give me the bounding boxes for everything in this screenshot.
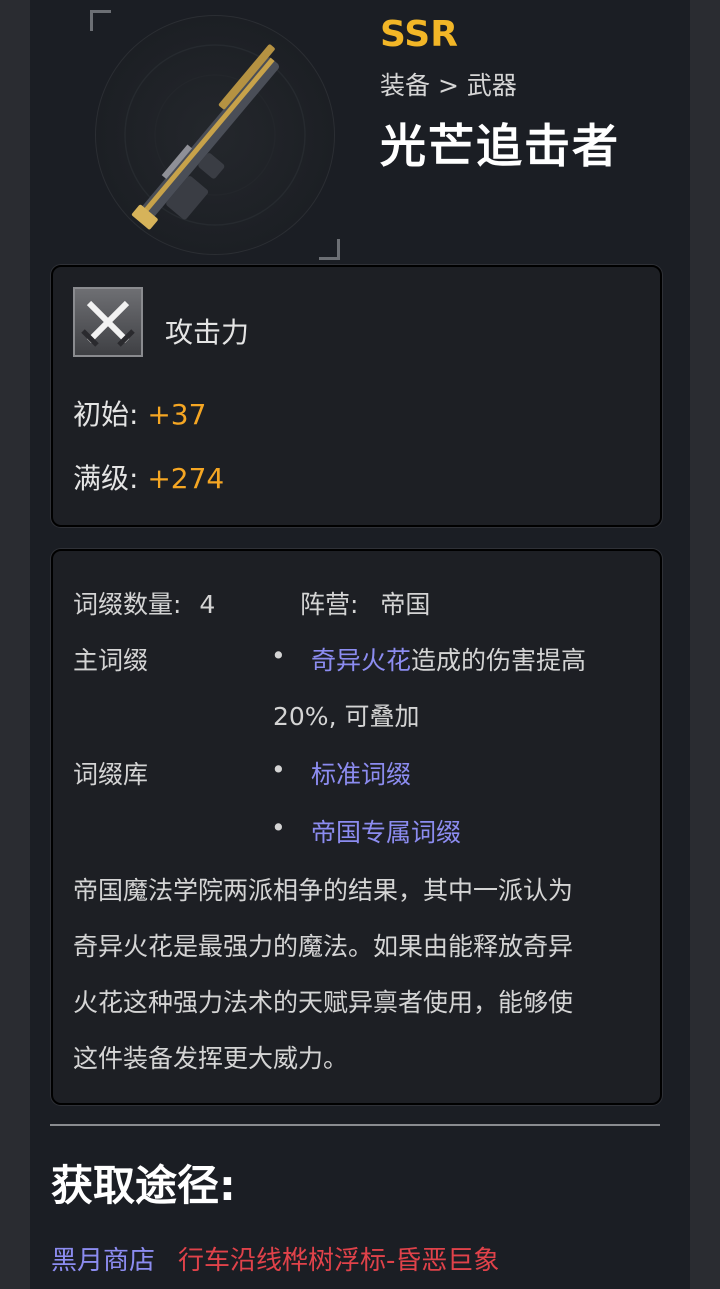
affix-count-value: 4 (199, 590, 216, 619)
affix-pool-item-empire[interactable]: 帝国专属词缀 (311, 813, 461, 849)
bullet-icon: • (271, 755, 286, 784)
item-image (90, 10, 340, 260)
affix-pool-label: 词缀库 (73, 760, 149, 789)
bullet-icon: • (271, 641, 286, 670)
initial-label: 初始: (73, 398, 139, 431)
left-margin (0, 0, 30, 1289)
affix-pool-item-standard[interactable]: 标准词缀 (311, 755, 411, 791)
faction-value: 帝国 (380, 590, 431, 619)
weapon-rifle-icon (124, 44, 306, 230)
rarity-badge: SSR (380, 14, 458, 55)
max-label: 满级: (73, 462, 139, 495)
max-stat-row: 满级: +274 (73, 457, 224, 497)
initial-value: +37 (147, 398, 207, 431)
bullet-icon: • (271, 813, 286, 842)
faction: 阵营: 帝国 (300, 585, 430, 621)
faction-label: 阵营: (300, 590, 359, 619)
description-line: 帝国魔法学院两派相争的结果，其中一派认为 (73, 876, 574, 905)
main-affix-link[interactable]: 奇异火花 (311, 646, 411, 675)
section-divider (50, 1124, 660, 1126)
breadcrumb: 装备 > 武器 (380, 71, 517, 100)
affix-count-label: 词缀数量: (73, 590, 182, 619)
initial-stat-row: 初始: +37 (73, 393, 206, 433)
main-affix-text-2: 20%, 可叠加 (273, 702, 420, 731)
main-affix-label: 主词缀 (73, 646, 149, 675)
source-place-link[interactable]: 行车沿线桦树浮标-昏恶巨象 (178, 1240, 499, 1277)
item-description: 帝国魔法学院两派相争的结果，其中一派认为 奇异火花是最强力的魔法。如果由能释放奇… (73, 863, 643, 1087)
max-value: +274 (147, 462, 225, 495)
source-shop-link[interactable]: 黑月商店 (51, 1240, 155, 1277)
main-affix-effect: 造成的伤害提高 (411, 646, 587, 675)
description-line: 奇异火花是最强力的魔法。如果由能释放奇异 (73, 932, 574, 961)
description-line: 火花这种强力法术的天赋异禀者使用，能够使 (73, 988, 574, 1017)
obtain-title: 获取途径: (51, 1161, 236, 1210)
stat-label: 攻击力 (165, 316, 250, 349)
crossed-swords-icon (73, 287, 143, 357)
stats-card: 攻击力 初始: +37 满级: +274 (51, 265, 662, 527)
right-margin (690, 0, 720, 1289)
affix-count: 词缀数量: 4 (73, 585, 215, 621)
item-title: 光芒追击者 (380, 119, 620, 173)
description-line: 这件装备发挥更大威力。 (73, 1044, 349, 1073)
affix-card: 词缀数量: 4 阵营: 帝国 主词缀 • 奇异火花造成的伤害提高 20%, 可叠… (51, 549, 662, 1105)
main-affix-text: 奇异火花造成的伤害提高 (311, 641, 586, 677)
